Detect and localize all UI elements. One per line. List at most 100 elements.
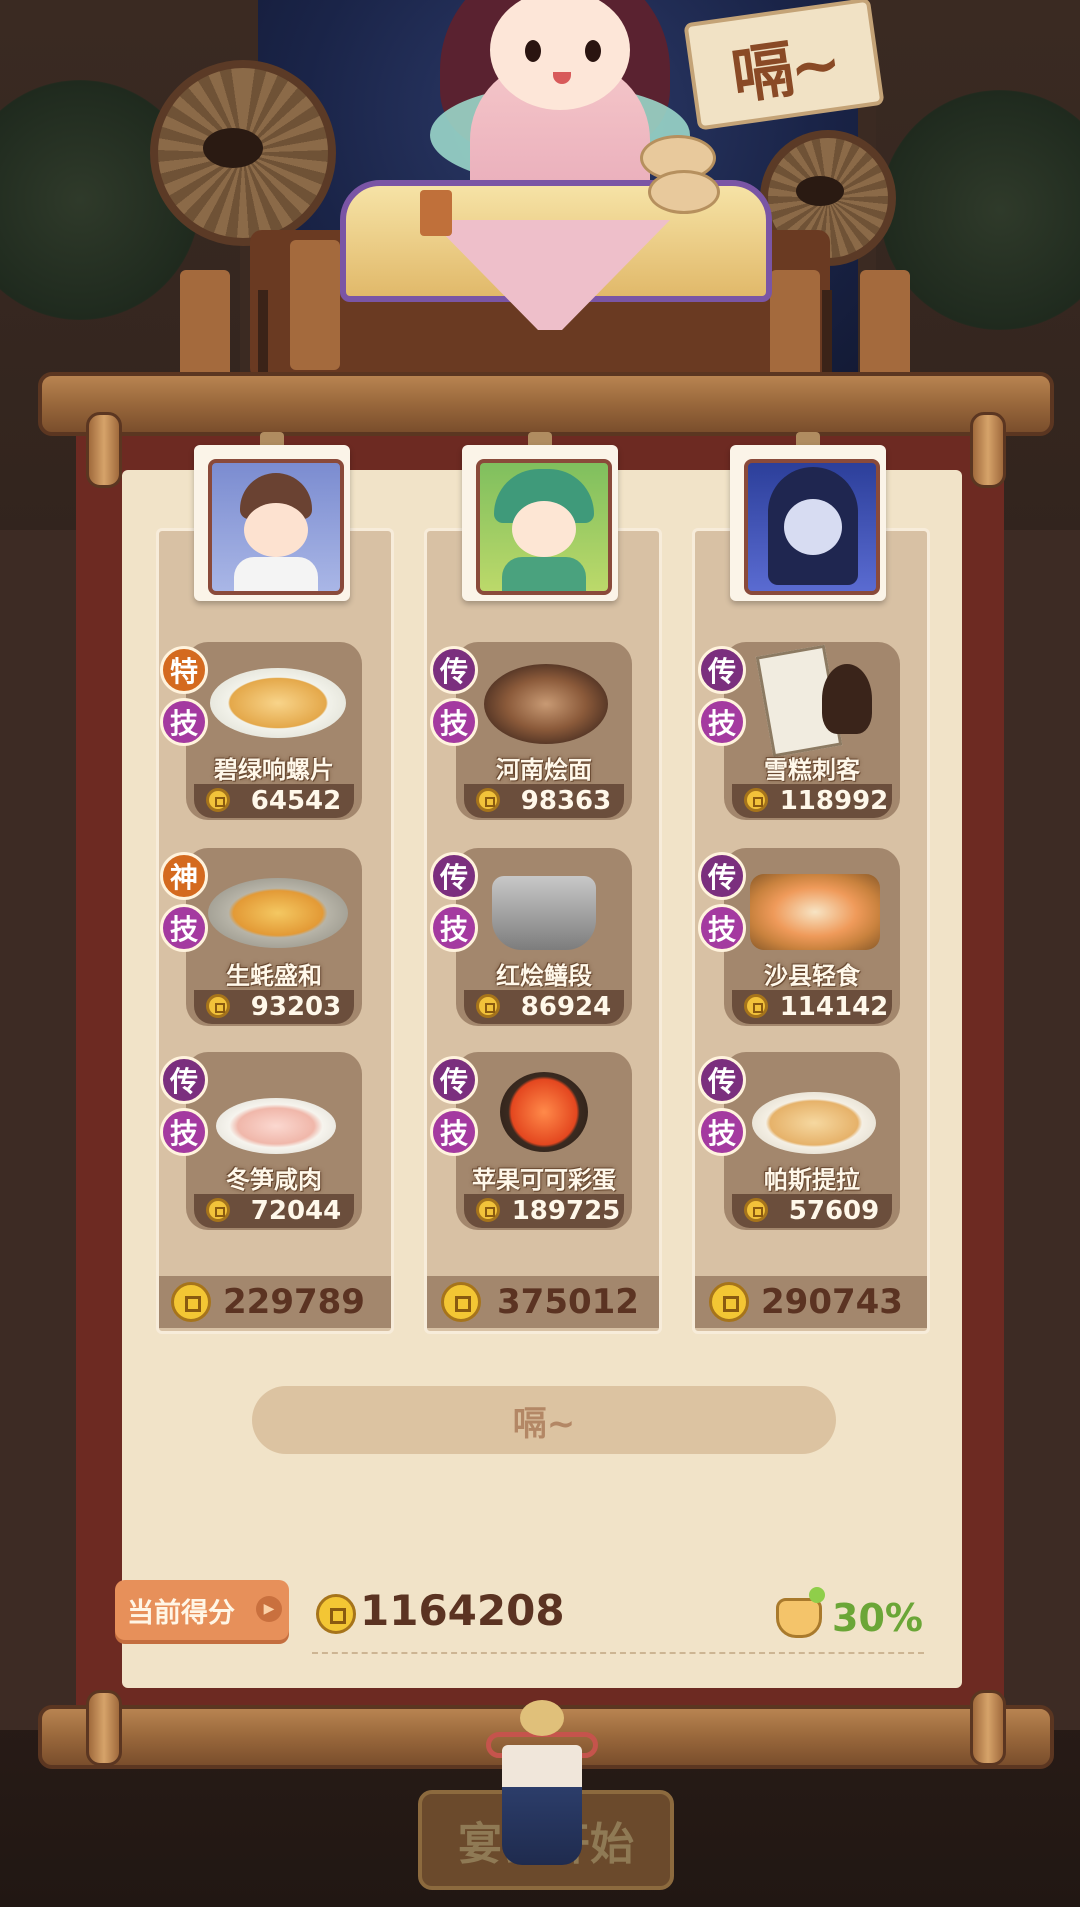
dish-score-bar: 118992 <box>732 784 892 818</box>
scroll-rod-top <box>38 372 1054 436</box>
dish-score-bar: 57609 <box>732 1194 892 1228</box>
dish-score-bar: 98363 <box>464 784 624 818</box>
pastilla-dish-icon <box>752 1092 876 1154</box>
play-arrow-icon: ▶ <box>256 1596 282 1622</box>
dish-card[interactable]: 冬笋咸肉 72044 <box>186 1052 362 1230</box>
burp-button[interactable]: 嗝~ <box>252 1386 836 1454</box>
boy-chef-portrait-icon <box>208 459 344 595</box>
chopstick-holder-icon <box>420 190 452 236</box>
skill-badge: 技 <box>698 1108 746 1156</box>
rarity-badge: 传 <box>698 646 746 694</box>
dish-card[interactable]: 碧绿响螺片 64542 <box>186 642 362 820</box>
henan-noodle-dish-icon <box>484 664 608 744</box>
coin-icon <box>476 994 500 1018</box>
dish-score-bar: 114142 <box>732 990 892 1024</box>
right-wall-shelf <box>1004 530 1080 1730</box>
ghost-girl-portrait-icon <box>744 459 880 595</box>
coin-icon <box>206 994 230 1018</box>
dish-card[interactable]: 生蚝盛和 93203 <box>186 848 362 1026</box>
skill-badge: 技 <box>160 1108 208 1156</box>
dish-name: 帕斯提拉 <box>764 1166 860 1194</box>
apple-cocoa-egg-dish-icon <box>500 1072 588 1152</box>
coin-icon <box>316 1594 356 1634</box>
dish-score: 72044 <box>250 1196 342 1226</box>
chef-portrait-2[interactable] <box>462 445 618 601</box>
rod-knob <box>970 412 1006 488</box>
dish-name: 苹果可可彩蛋 <box>472 1166 616 1194</box>
left-wall-shelf <box>0 530 76 1730</box>
coin-icon <box>744 788 768 812</box>
leaf-girl-portrait-icon <box>476 459 612 595</box>
chef-portrait-3[interactable] <box>730 445 886 601</box>
dish-card[interactable]: 雪糕刺客 118992 <box>724 642 900 820</box>
rarity-badge: 传 <box>160 1056 208 1104</box>
coin-icon <box>206 788 230 812</box>
rarity-badge: 传 <box>430 646 478 694</box>
satiety-bonus-value: 30% <box>832 1596 923 1640</box>
braised-eel-pot-dish-icon <box>492 876 596 950</box>
rod-knob <box>970 1690 1006 1766</box>
dish-name: 碧绿响螺片 <box>214 756 334 784</box>
skill-badge: 技 <box>430 698 478 746</box>
skill-badge: 技 <box>698 904 746 952</box>
dish-score-bar: 189725 <box>464 1194 624 1228</box>
tassel-knot <box>520 1700 564 1736</box>
dish-score: 64542 <box>250 786 342 816</box>
rarity-badge: 传 <box>430 1056 478 1104</box>
dish-score: 118992 <box>779 786 889 816</box>
dish-score: 114142 <box>779 992 889 1022</box>
dish-card[interactable]: 帕斯提拉 57609 <box>724 1052 900 1230</box>
dish-name: 河南烩面 <box>496 756 592 784</box>
paper-fan-left-icon <box>150 60 336 246</box>
dish-name: 沙县轻食 <box>764 962 860 990</box>
dish-name: 红烩鳝段 <box>496 962 592 990</box>
chef-eye-left <box>525 40 541 62</box>
current-score-value: 1164208 <box>360 1586 565 1635</box>
oyster-platter-dish-icon <box>208 878 348 948</box>
rod-knob <box>86 412 122 488</box>
chef-eye-right <box>585 40 601 62</box>
steamed-bun-icon <box>648 170 720 214</box>
coin-icon <box>744 1198 768 1222</box>
dish-card[interactable]: 苹果可可彩蛋 189725 <box>456 1052 632 1230</box>
rail-post <box>770 270 820 380</box>
dish-score-bar: 72044 <box>194 1194 354 1228</box>
dish-score: 57609 <box>788 1196 880 1226</box>
coin-icon <box>476 1198 500 1222</box>
chef-portrait-1[interactable] <box>194 445 350 601</box>
scroll-tassel-icon <box>502 1745 582 1865</box>
skill-badge: 技 <box>698 698 746 746</box>
rarity-badge: 传 <box>430 852 478 900</box>
shaxian-snack-dish-icon <box>750 874 880 950</box>
coin-icon <box>744 994 768 1018</box>
dish-card[interactable]: 河南烩面 98363 <box>456 642 632 820</box>
bamboo-shoot-pork-dish-icon <box>216 1098 336 1154</box>
stir-fried-conch-dish-icon <box>210 668 346 738</box>
column-total-value: 375012 <box>497 1282 639 1322</box>
rod-knob <box>86 1690 122 1766</box>
column-total: 375012 <box>427 1276 659 1328</box>
dish-card[interactable]: 沙县轻食 114142 <box>724 848 900 1026</box>
rail-post <box>180 270 230 380</box>
skill-badge: 技 <box>160 904 208 952</box>
dish-score-bar: 86924 <box>464 990 624 1024</box>
column-total: 290743 <box>695 1276 927 1328</box>
full-bowl-icon <box>776 1587 825 1638</box>
coin-icon <box>206 1198 230 1222</box>
column-total-value: 290743 <box>761 1282 903 1322</box>
coin-icon <box>441 1282 481 1322</box>
score-divider <box>312 1652 924 1654</box>
coin-icon <box>476 788 500 812</box>
dish-card[interactable]: 红烩鳝段 86924 <box>456 848 632 1026</box>
dish-score: 98363 <box>520 786 612 816</box>
dish-score: 86924 <box>520 992 612 1022</box>
dish-name: 冬笋咸肉 <box>226 1166 322 1194</box>
coin-icon <box>171 1282 211 1322</box>
dish-score: 189725 <box>511 1196 621 1226</box>
dish-score-bar: 64542 <box>194 784 354 818</box>
skill-badge: 技 <box>430 1108 478 1156</box>
rail-post <box>290 240 340 370</box>
column-total-value: 229789 <box>223 1282 365 1322</box>
rarity-badge: 传 <box>698 852 746 900</box>
coin-icon <box>709 1282 749 1322</box>
